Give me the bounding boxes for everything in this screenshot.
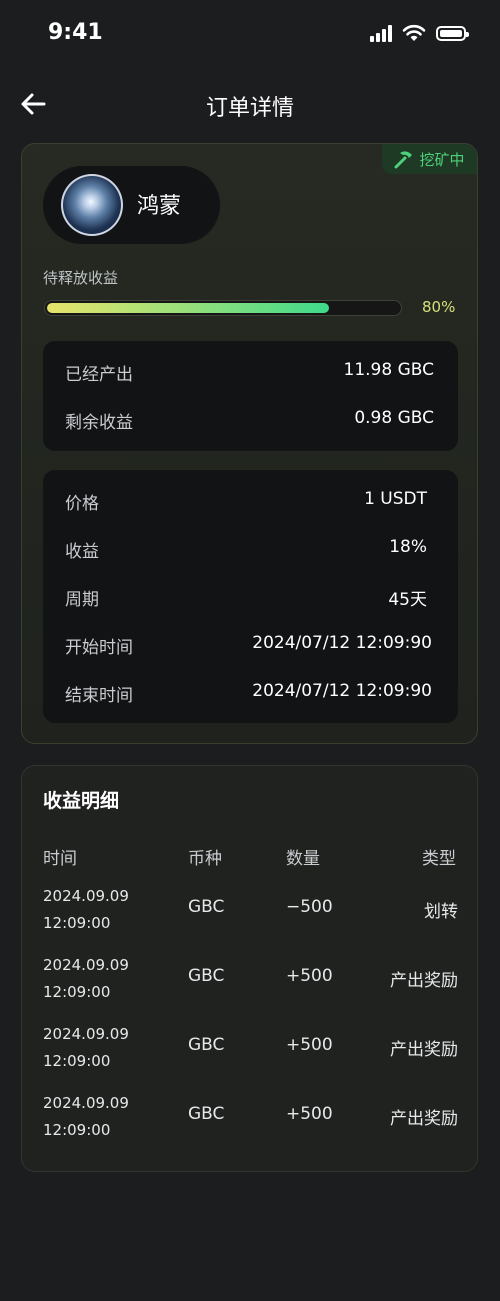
remaining-label: 剩余收益 <box>65 413 133 433</box>
order-card: 挖矿中 鸿蒙 待释放收益 80% 已经产出 11.98 GBC 剩余收益 0.9… <box>21 143 478 744</box>
start-time-value: 2024/07/12 12:09:90 <box>252 633 432 653</box>
battery-icon <box>436 25 469 41</box>
status-icons <box>370 24 469 42</box>
status-time: 9:41 <box>48 20 103 45</box>
row-clock: 12:09:00 <box>43 1121 111 1139</box>
order-details: 价格 1 USDT 收益 18% 周期 45天 开始时间 2024/07/12 … <box>43 470 458 723</box>
nav-bar: 订单详情 <box>0 80 500 130</box>
column-header-time: 时间 <box>43 849 77 869</box>
row-date: 2024.09.09 <box>43 956 129 974</box>
row-time: 2024.09.09 12:09:00 <box>43 883 129 937</box>
row-coin: GBC <box>188 966 225 986</box>
row-amount: +500 <box>286 1104 333 1124</box>
row-amount: +500 <box>286 1035 333 1055</box>
column-header-coin: 币种 <box>188 849 222 869</box>
product-name: 鸿蒙 <box>137 194 182 219</box>
produced-label: 已经产出 <box>65 365 133 385</box>
income-details-card: 收益明细 时间 币种 数量 类型 2024.09.09 12:09:00 GBC… <box>21 765 478 1172</box>
row-date: 2024.09.09 <box>43 1025 129 1043</box>
row-type: 产出奖励 <box>390 1040 458 1060</box>
status-bar: 9:41 <box>0 0 500 70</box>
table-row: 2024.09.09 12:09:00 GBC −500 划转 <box>22 883 479 943</box>
yield-value: 18% <box>389 537 427 557</box>
row-clock: 12:09:00 <box>43 1052 111 1070</box>
row-clock: 12:09:00 <box>43 914 111 932</box>
pickaxe-icon <box>394 151 413 169</box>
remaining-value: 0.98 GBC <box>354 408 434 428</box>
status-badge-label: 挖矿中 <box>419 150 465 169</box>
price-value: 1 USDT <box>364 489 427 509</box>
end-time-label: 结束时间 <box>65 686 133 706</box>
row-coin: GBC <box>188 897 225 917</box>
row-amount: +500 <box>286 966 333 986</box>
output-summary: 已经产出 11.98 GBC 剩余收益 0.98 GBC <box>43 341 458 451</box>
table-row: 2024.09.09 12:09:00 GBC +500 产出奖励 <box>22 1021 479 1081</box>
start-time-label: 开始时间 <box>65 638 133 658</box>
progress-bar <box>44 300 402 316</box>
row-date: 2024.09.09 <box>43 887 129 905</box>
row-coin: GBC <box>188 1104 225 1124</box>
wifi-icon <box>402 24 426 41</box>
column-header-amount: 数量 <box>286 849 320 869</box>
produced-value: 11.98 GBC <box>343 360 434 380</box>
page-title: 订单详情 <box>205 96 294 121</box>
row-type: 产出奖励 <box>390 971 458 991</box>
cellular-signal-icon <box>370 24 392 42</box>
row-type: 产出奖励 <box>390 1109 458 1129</box>
end-time-value: 2024/07/12 12:09:90 <box>252 681 432 701</box>
column-header-type: 类型 <box>422 849 456 869</box>
progress-percent: 80% <box>422 298 456 316</box>
row-clock: 12:09:00 <box>43 983 111 1001</box>
yield-label: 收益 <box>65 542 99 562</box>
row-time: 2024.09.09 12:09:00 <box>43 1090 129 1144</box>
row-coin: GBC <box>188 1035 225 1055</box>
progress-fill <box>47 303 329 313</box>
table-row: 2024.09.09 12:09:00 GBC +500 产出奖励 <box>22 952 479 1012</box>
product-avatar <box>61 174 123 236</box>
period-label: 周期 <box>65 590 99 610</box>
row-type: 划转 <box>424 902 458 922</box>
row-date: 2024.09.09 <box>43 1094 129 1112</box>
income-details-title: 收益明细 <box>43 790 120 812</box>
period-value: 45天 <box>388 590 427 610</box>
table-row: 2024.09.09 12:09:00 GBC +500 产出奖励 <box>22 1090 479 1150</box>
pending-income-label: 待释放收益 <box>43 269 119 287</box>
row-amount: −500 <box>286 897 333 917</box>
product-chip: 鸿蒙 <box>43 166 220 244</box>
row-time: 2024.09.09 12:09:00 <box>43 1021 129 1075</box>
row-time: 2024.09.09 12:09:00 <box>43 952 129 1006</box>
status-badge: 挖矿中 <box>382 144 477 174</box>
price-label: 价格 <box>65 494 99 514</box>
